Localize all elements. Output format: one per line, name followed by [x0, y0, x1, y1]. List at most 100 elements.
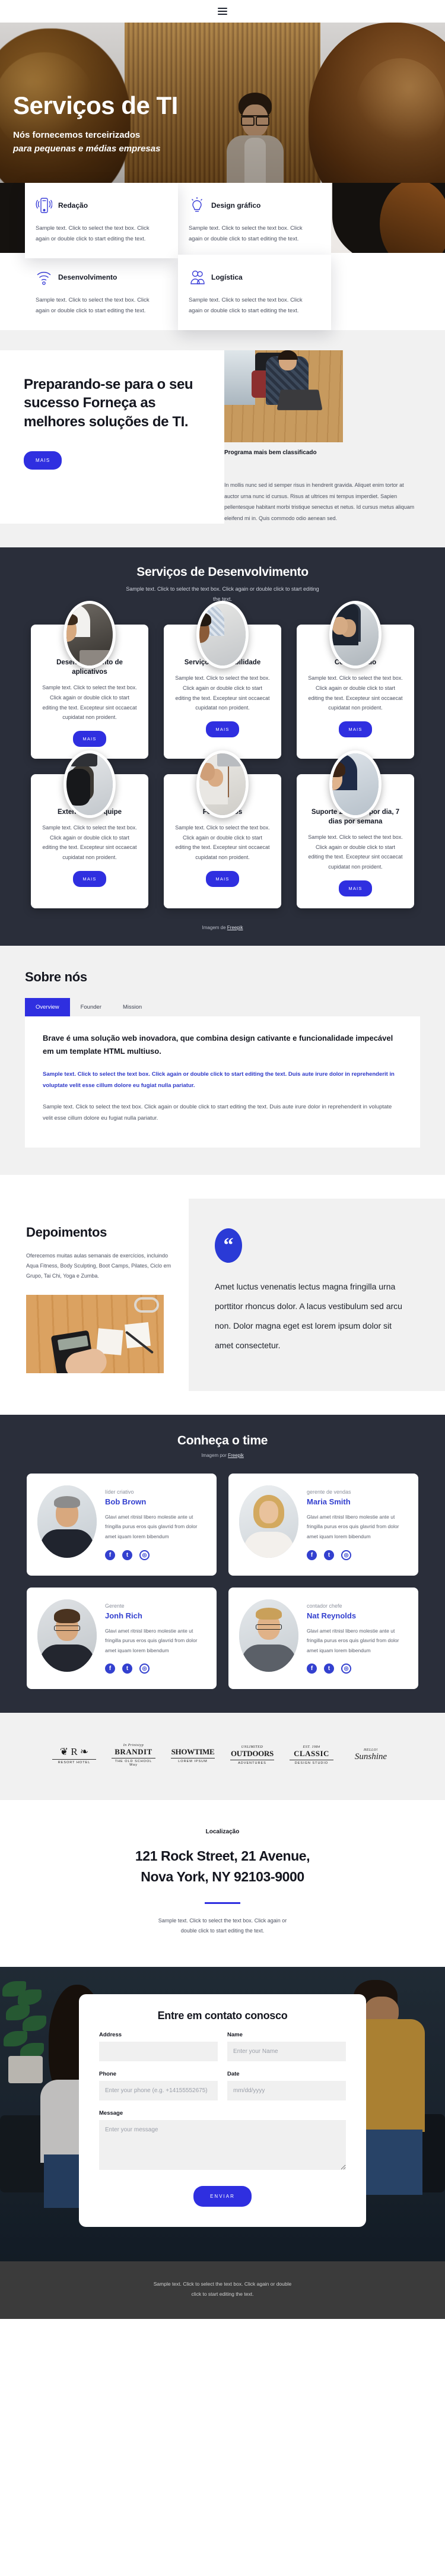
team-image-credit: Imagem por Freepik — [0, 1453, 445, 1458]
testimonial-quote: Amet luctus venenatis lectus magna fring… — [215, 1282, 402, 1350]
footer-line2: click to start editing the text. — [191, 2290, 254, 2297]
location-address: 121 Rock Street, 21 Avenue, Nova York, N… — [0, 1846, 445, 1887]
hamburger-menu-icon[interactable] — [218, 8, 227, 15]
testimonials-image — [26, 1294, 164, 1373]
services-heading: Serviços de Desenvolvimento — [136, 565, 309, 579]
team-grid: líder criativo Bob Brown Glavi amet ritn… — [0, 1458, 445, 1690]
service-more-button[interactable]: MAIS — [206, 870, 239, 887]
tab-overview[interactable]: Overview — [25, 997, 70, 1016]
contact-form: Entre em contato conosco Address Name Ph… — [79, 1994, 366, 2228]
twitter-icon[interactable]: t — [324, 1664, 334, 1674]
logo-main-text: Sunshine — [354, 1752, 387, 1762]
instagram-icon[interactable]: ◎ — [341, 1664, 351, 1674]
address-label: Address — [99, 2032, 122, 2039]
team-credit-prefix: Imagem por — [201, 1452, 228, 1458]
submit-button[interactable]: ENVIAR — [193, 2186, 252, 2207]
team-member-card[interactable]: líder criativo Bob Brown Glavi amet ritn… — [27, 1473, 217, 1576]
wifi-icon — [36, 268, 52, 287]
twitter-icon[interactable]: t — [122, 1550, 132, 1560]
service-more-button[interactable]: MAIS — [73, 730, 106, 747]
location-address-line1: 121 Rock Street, 21 Avenue, — [135, 1848, 310, 1864]
tab-founder[interactable]: Founder — [70, 998, 112, 1016]
phone-label: Phone — [99, 2071, 117, 2078]
about-section: Sobre nós Overview Founder Mission Brave… — [0, 945, 445, 1175]
phone-field-group: Phone — [99, 2071, 218, 2101]
services-section: Serviços de Desenvolvimento Sample text.… — [0, 547, 445, 946]
facebook-icon[interactable]: f — [105, 1664, 115, 1674]
testimonials-intro: Oferecemos muitas aulas semanais de exer… — [26, 1253, 171, 1279]
feature-card-logistica[interactable]: Logística Sample text. Click to select t… — [178, 255, 331, 331]
date-field-group: Date — [227, 2071, 346, 2101]
top-navigation-bar — [0, 0, 445, 23]
facebook-icon[interactable]: f — [105, 1550, 115, 1560]
service-card[interactable]: Consultando Sample text. Click to select… — [297, 601, 414, 759]
service-text: Sample text. Click to select the text bo… — [175, 675, 270, 711]
phone-input[interactable] — [99, 2081, 218, 2101]
feature-title: Redação — [58, 201, 88, 210]
service-card[interactable]: Desenvolvimento de aplicativos Sample te… — [31, 601, 148, 759]
instagram-icon[interactable]: ◎ — [341, 1550, 351, 1560]
prep-section: Preparando-se para o seu sucesso Forneça… — [0, 330, 445, 547]
service-card[interactable]: Formulários Sample text. Click to select… — [164, 750, 281, 908]
service-text: Sample text. Click to select the text bo… — [42, 825, 137, 860]
avatar — [239, 1599, 298, 1672]
logo-caption: LOREM IPSUM — [171, 1758, 215, 1763]
feature-card-design-grafico[interactable]: Design gráfico Sample text. Click to sel… — [178, 183, 331, 259]
service-card[interactable]: Suporte 24 horas por dia, 7 dias por sem… — [297, 750, 414, 908]
feature-title: Design gráfico — [211, 201, 261, 210]
tab-mission[interactable]: Mission — [112, 998, 152, 1016]
instagram-icon[interactable]: ◎ — [139, 1664, 150, 1674]
team-member-text: Glavi amet ritnisl libero molestie ante … — [307, 1627, 399, 1653]
hero-subtitle-line2: para pequenas e médias empresas — [13, 144, 161, 154]
address-input[interactable] — [99, 2042, 218, 2062]
mobile-signal-icon — [36, 196, 53, 215]
testimonials-quote-panel: “ Amet luctus venenatis lectus magna fri… — [189, 1199, 445, 1391]
service-more-button[interactable]: MAIS — [73, 870, 106, 887]
service-more-button[interactable]: MAIS — [206, 721, 239, 737]
message-textarea[interactable] — [99, 2120, 346, 2171]
service-more-button[interactable]: MAIS — [339, 880, 372, 896]
logo-resort-hotel: ❦ R ❧ RESORT HOTEL — [52, 1746, 96, 1764]
team-member-name: Bob Brown — [105, 1497, 147, 1506]
hero-subtitle: Nós fornecemos terceirizados para pequen… — [13, 128, 227, 156]
service-more-button[interactable]: MAIS — [339, 721, 372, 737]
twitter-icon[interactable]: t — [122, 1664, 132, 1674]
date-input[interactable] — [227, 2081, 346, 2101]
service-avatar — [63, 601, 116, 669]
avatar — [37, 1599, 97, 1672]
service-avatar — [196, 601, 249, 669]
feature-card-desenvolvimento[interactable]: Desenvolvimento Sample text. Click to se… — [25, 255, 178, 331]
services-credit-link[interactable]: Freepik — [227, 925, 243, 930]
service-text: Sample text. Click to select the text bo… — [42, 685, 137, 721]
twitter-icon[interactable]: t — [324, 1550, 334, 1560]
service-card[interactable]: Extensão da equipe Sample text. Click to… — [31, 750, 148, 908]
feature-card-redacao[interactable]: Redação Sample text. Click to select the… — [25, 183, 178, 259]
contact-form-heading: Entre em contato conosco — [157, 2010, 288, 2022]
team-member-card[interactable]: gerente de vendas Maria Smith Glavi amet… — [228, 1473, 418, 1576]
hero-subtitle-line1: Nós fornecemos terceirizados — [13, 130, 141, 141]
name-label: Name — [227, 2032, 243, 2039]
service-card[interactable]: Serviços de mobilidade Sample text. Clic… — [164, 601, 281, 759]
services-grid: Desenvolvimento de aplicativos Sample te… — [0, 601, 445, 908]
team-member-role: contador chefe — [307, 1602, 342, 1609]
services-credit-prefix: Imagem de — [202, 924, 227, 930]
quote-icon: “ — [215, 1228, 242, 1263]
location-body: Sample text. Click to select the text bo… — [158, 1918, 287, 1934]
team-member-card[interactable]: Gerente Jonh Rich Glavi amet ritnisl lib… — [27, 1587, 217, 1690]
logo-caption: THE OLD SCHOOL Way — [112, 1758, 155, 1767]
hero-section: Serviços de TI Nós fornecemos terceiriza… — [0, 23, 445, 183]
facebook-icon[interactable]: f — [307, 1664, 317, 1674]
logo-classic: EST. 1984 CLASSIC DESIGN STUDIO — [290, 1745, 333, 1765]
team-member-card[interactable]: contador chefe Nat Reynolds Glavi amet r… — [228, 1587, 418, 1690]
about-tabs: Overview Founder Mission — [25, 997, 445, 1016]
facebook-icon[interactable]: f — [307, 1550, 317, 1560]
team-credit-link[interactable]: Freepik — [228, 1453, 244, 1458]
about-panel-heading: Brave é uma solução web inovadora, que c… — [43, 1033, 393, 1056]
message-label: Message — [99, 2110, 123, 2117]
prep-more-button[interactable]: MAIS — [24, 451, 62, 470]
prep-heading: Preparando-se para o seu sucesso Forneça… — [24, 376, 193, 430]
name-input[interactable] — [227, 2042, 346, 2062]
logo-caption: ADVENTURES — [230, 1760, 274, 1765]
location-address-line2: Nova York, NY 92103-9000 — [141, 1868, 304, 1884]
instagram-icon[interactable]: ◎ — [139, 1550, 150, 1560]
